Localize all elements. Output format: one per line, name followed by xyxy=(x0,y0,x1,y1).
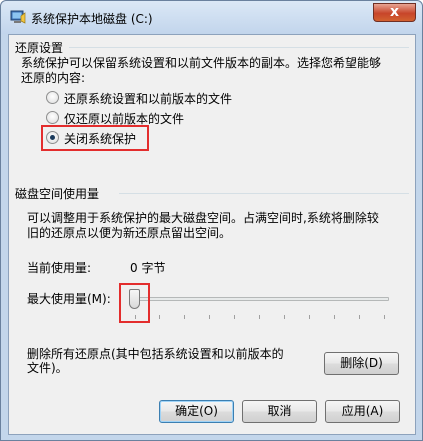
disk-divider xyxy=(119,193,409,194)
restore-description-line1: 系统保护可以保留系统设置和以前文件版本的副本。选择您希望能够 xyxy=(21,56,382,70)
restore-divider xyxy=(69,47,409,48)
dialog-window: 系统保护本地磁盘 (C:) x 还原设置 系统保护可以保留系统设置和以前文件版本… xyxy=(0,0,423,441)
slider-tick xyxy=(358,315,360,319)
disk-description-line2: 旧的还原点以便为新还原点留出空间。 xyxy=(27,226,232,240)
dialog-content: 还原设置 系统保护可以保留系统设置和以前文件版本的副本。选择您希望能够 还原的内… xyxy=(8,34,416,435)
slider-tick xyxy=(259,315,260,319)
ok-button[interactable]: 确定(O) xyxy=(159,400,234,423)
title-bar[interactable]: 系统保护本地磁盘 (C:) x xyxy=(1,1,422,34)
slider-tick xyxy=(283,315,285,319)
slider-tick xyxy=(159,315,161,319)
delete-button[interactable]: 删除(D) xyxy=(324,352,399,375)
radio-turn-off-protection-label[interactable]: 关闭系统保护 xyxy=(64,130,136,147)
delete-description-line2: 文件)。 xyxy=(27,361,68,375)
slider-tick xyxy=(383,315,385,319)
close-icon: x xyxy=(389,4,400,20)
slider-tick xyxy=(234,315,236,319)
restore-section-title: 还原设置 xyxy=(15,41,64,55)
current-usage-label: 当前使用量: xyxy=(27,261,92,275)
highlight-box-slider xyxy=(119,283,150,323)
slider-tick xyxy=(209,315,211,319)
computer-icon xyxy=(10,10,26,24)
radio-restore-settings-and-files[interactable] xyxy=(46,91,59,104)
radio-turn-off-protection[interactable] xyxy=(46,131,59,144)
max-usage-label: 最大使用量(M): xyxy=(27,292,111,306)
disk-section-title: 磁盘空间使用量 xyxy=(15,187,100,201)
cancel-button[interactable]: 取消 xyxy=(242,400,317,423)
radio-restore-settings-and-files-label[interactable]: 还原系统设置和以前版本的文件 xyxy=(64,90,232,107)
radio-restore-files-only[interactable] xyxy=(46,111,59,124)
slider-tick xyxy=(333,315,335,319)
current-usage-value: 0 字节 xyxy=(130,261,166,275)
slider-track[interactable] xyxy=(129,297,389,301)
disk-description-line1: 可以调整用于系统保护的最大磁盘空间。占满空间时,系统将删除较 xyxy=(27,211,379,225)
max-usage-slider[interactable] xyxy=(129,289,389,325)
apply-button[interactable]: 应用(A) xyxy=(325,400,400,423)
close-button[interactable]: x xyxy=(373,3,416,22)
window-title: 系统保护本地磁盘 (C:) xyxy=(31,12,153,26)
restore-description-line2: 还原的内容: xyxy=(21,71,86,85)
slider-tick xyxy=(184,315,186,319)
slider-tick xyxy=(308,315,310,319)
